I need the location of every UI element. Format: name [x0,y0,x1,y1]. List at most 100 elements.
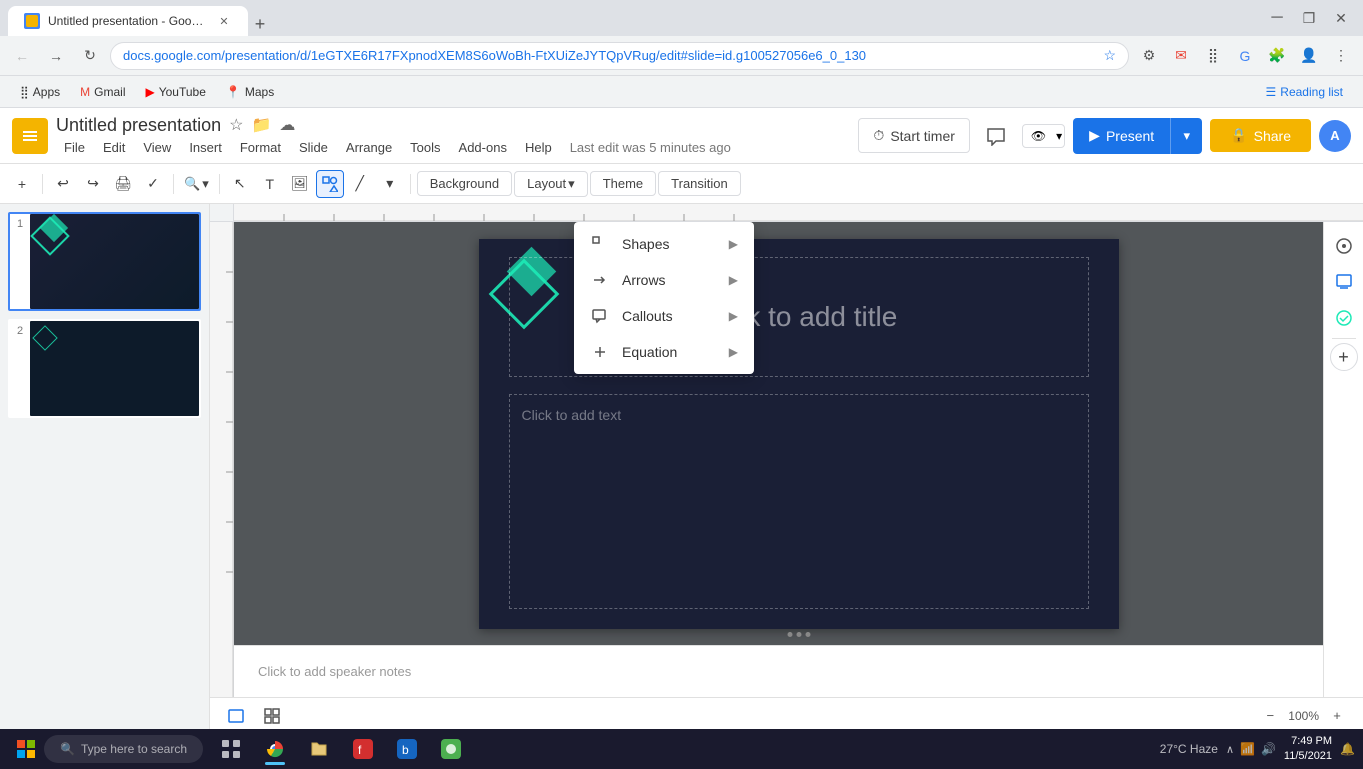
background-btn[interactable]: Background [417,171,512,196]
speaker-notes[interactable]: Click to add speaker notes [234,645,1363,697]
single-slide-view-btn[interactable] [222,702,250,730]
select-tool-btn[interactable]: ↖ [226,170,254,198]
start-timer-button[interactable]: ⏱ Start timer [858,118,970,153]
task-view-btn[interactable] [211,731,251,767]
sidebar-divider [1332,338,1356,339]
show-hidden-icons-btn[interactable]: ∧ [1226,743,1234,756]
app-title[interactable]: Untitled presentation [56,115,221,136]
menu-slide[interactable]: Slide [291,138,336,157]
notifications-btn[interactable]: 🔔 [1340,742,1355,756]
slides-icon[interactable] [1328,266,1360,298]
svg-text:b: b [402,743,409,757]
menu-addons[interactable]: Add-ons [451,138,515,157]
comment-button[interactable] [978,118,1014,154]
browser-chrome: Untitled presentation - Google S ✕ + ─ ❐… [0,0,1363,36]
layout-btn[interactable]: Layout ▾ [514,171,588,197]
user-avatar[interactable]: A [1319,120,1351,152]
share-icon: 🔒 [1230,127,1247,144]
ruler-corner [210,204,234,222]
slide-thumb-1[interactable]: 1 [8,212,201,311]
address-bar[interactable]: docs.google.com/presentation/d/1eGTXE6R1… [110,42,1129,70]
line-btn[interactable]: ╱ [346,170,374,198]
start-button[interactable] [8,731,44,767]
title-star-icon[interactable]: ☆ [229,115,243,135]
user-profile-icon[interactable]: 👤 [1295,42,1323,70]
transition-btn[interactable]: Transition [658,171,741,196]
layout-arrow-icon: ▾ [568,176,575,192]
bookmark-maps[interactable]: 📍 Maps [218,81,282,103]
add-slide-btn[interactable]: + [8,170,36,198]
dropdown-arrows[interactable]: Arrows ▶ [574,262,754,298]
chrome-taskbar-btn[interactable] [255,731,295,767]
image-btn[interactable]: 🖼 [286,170,314,198]
canvas-wrapper[interactable]: Click to add title Click to add text [234,222,1363,645]
present-icon: ▶ [1089,127,1100,144]
volume-icon[interactable]: 🔊 [1261,742,1276,756]
menu-edit[interactable]: Edit [95,138,133,157]
google-apps-icon[interactable]: ⣿ [1199,42,1227,70]
unknown-app-1[interactable]: f [343,731,383,767]
slide-thumb-2[interactable]: 2 [8,319,201,418]
maximize-btn[interactable]: ❐ [1295,4,1323,32]
tasks-icon[interactable] [1328,302,1360,334]
menu-tools[interactable]: Tools [402,138,448,157]
redo-btn[interactable]: ↪ [79,170,107,198]
gmail-icon[interactable]: ✉ [1167,42,1195,70]
present-dropdown-btn[interactable]: ▾ [1170,118,1202,154]
bookmark-gmail[interactable]: M Gmail [72,81,133,103]
bookmark-star-icon[interactable]: ☆ [1103,47,1116,64]
extensions-icon[interactable]: ⚙ [1135,42,1163,70]
reload-btn[interactable]: ↻ [76,42,104,70]
title-folder-icon[interactable]: 📁 [251,115,271,135]
reading-list-btn[interactable]: ☰ Reading list [1258,81,1351,103]
menu-format[interactable]: Format [232,138,289,157]
minimize-btn[interactable]: ─ [1263,4,1291,32]
title-cloud-icon[interactable]: ☁ [279,115,295,135]
network-icon[interactable]: 📶 [1240,742,1255,756]
maps-favicon: 📍 [226,85,241,99]
zoom-select[interactable]: 🔍 ▾ [180,170,213,198]
forward-btn[interactable]: → [42,42,70,70]
taskbar-search[interactable]: 🔍 Type here to search [44,735,203,763]
slide-body-placeholder[interactable]: Click to add text [509,394,1089,609]
dropdown-shapes[interactable]: Shapes ▶ [574,226,754,262]
grid-view-btn[interactable] [258,702,286,730]
line-type-btn[interactable]: ▾ [376,170,404,198]
menu-help[interactable]: Help [517,138,560,157]
print-btn[interactable]: 🖨 [109,170,137,198]
theme-btn[interactable]: Theme [590,171,656,196]
menu-view[interactable]: View [135,138,179,157]
undo-btn[interactable]: ↩ [49,170,77,198]
browser-tab-active[interactable]: Untitled presentation - Google S ✕ [8,6,248,36]
new-tab-button[interactable]: + [248,12,272,36]
share-button[interactable]: 🔒 Share [1210,119,1311,152]
sidebar-add-btn[interactable]: + [1330,343,1358,371]
zoom-in-btn[interactable]: + [1323,702,1351,730]
files-taskbar-btn[interactable] [299,731,339,767]
taskbar-clock[interactable]: 7:49 PM 11/5/2021 [1284,734,1332,765]
dropdown-equation[interactable]: Equation ▶ [574,334,754,370]
text-box-btn[interactable]: T [256,170,284,198]
bookmark-apps[interactable]: ⣿ Apps [12,81,68,103]
back-btn[interactable]: ← [8,42,36,70]
bookmark-youtube[interactable]: ▶ YouTube [138,81,214,103]
dropdown-callouts[interactable]: Callouts ▶ [574,298,754,334]
dot-1 [787,632,792,637]
explore-icon[interactable] [1328,230,1360,262]
menu-arrange[interactable]: Arrange [338,138,400,157]
unknown-app-3[interactable] [431,731,471,767]
menu-insert[interactable]: Insert [181,138,230,157]
puzzle-icon[interactable]: 🧩 [1263,42,1291,70]
spell-check-btn[interactable]: ✓ [139,170,167,198]
menu-icon[interactable]: ⋮ [1327,42,1355,70]
unknown-app-2[interactable]: b [387,731,427,767]
tab-close-btn[interactable]: ✕ [216,13,232,29]
view-selector[interactable]: 👁 ▾ [1022,124,1065,148]
shapes-btn[interactable] [316,170,344,198]
google-translate-icon[interactable]: G [1231,42,1259,70]
close-btn[interactable]: ✕ [1327,4,1355,32]
menu-file[interactable]: File [56,138,93,157]
browser-toolbar: ← → ↻ docs.google.com/presentation/d/1eG… [0,36,1363,76]
present-button[interactable]: ▶ Present [1073,119,1170,152]
zoom-out-btn[interactable]: − [1256,702,1284,730]
